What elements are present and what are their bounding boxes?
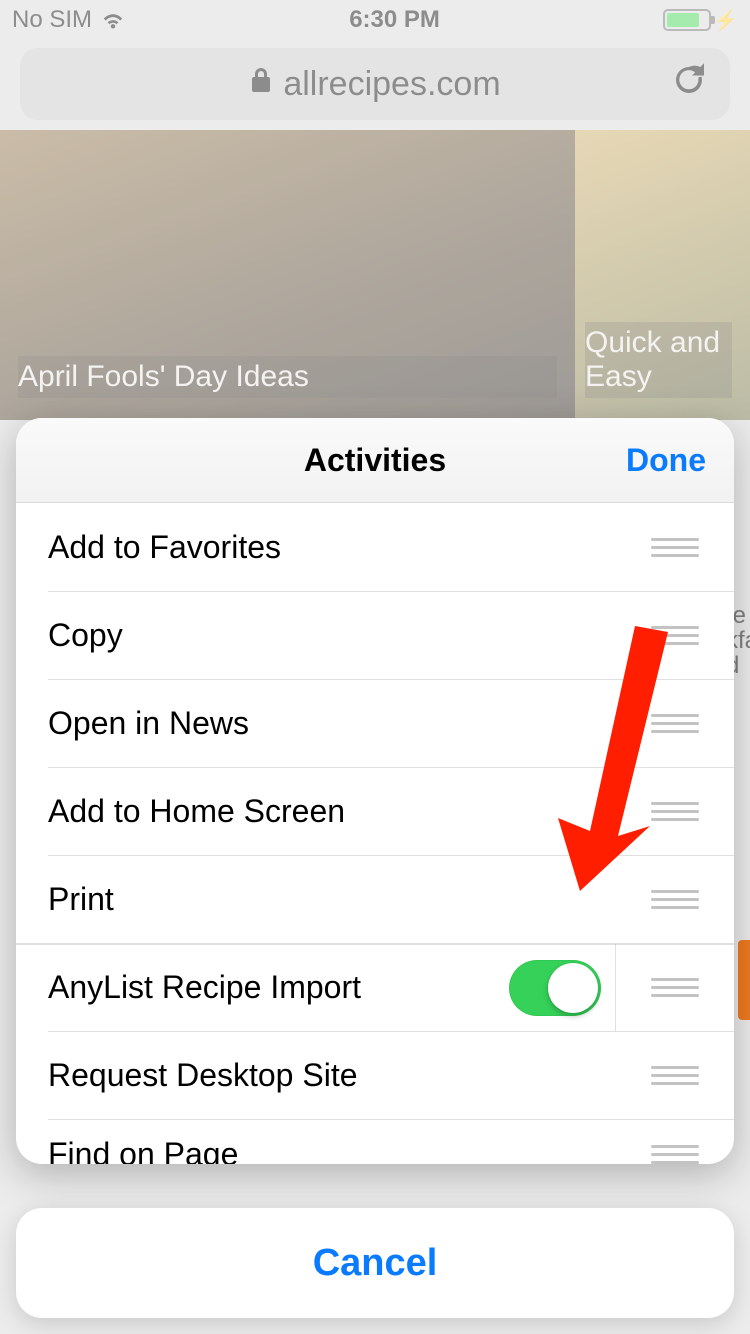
done-button[interactable]: Done: [626, 442, 706, 479]
activity-row-anylist[interactable]: AnyList Recipe Import: [16, 943, 734, 1031]
activity-row-copy[interactable]: Copy: [16, 591, 734, 679]
activities-sheet: Activities Done Add to Favorites Copy Op…: [16, 418, 734, 1164]
activity-row-desktop[interactable]: Request Desktop Site: [16, 1031, 734, 1119]
row-label: Print: [48, 881, 616, 918]
content-peek: [738, 940, 750, 1020]
drag-handle-icon[interactable]: [651, 714, 699, 733]
sheet-title: Activities: [304, 442, 446, 479]
drag-handle-icon[interactable]: [651, 1066, 699, 1085]
toggle-switch[interactable]: [509, 960, 601, 1016]
row-label: Add to Home Screen: [48, 793, 616, 830]
row-label: Copy: [48, 617, 616, 654]
activities-list[interactable]: Add to Favorites Copy Open in News Add t…: [16, 503, 734, 1164]
drag-handle-icon[interactable]: [651, 890, 699, 909]
row-label: AnyList Recipe Import: [48, 969, 494, 1006]
activity-row-print[interactable]: Print: [16, 855, 734, 943]
drag-handle-icon[interactable]: [651, 1145, 699, 1164]
drag-handle-icon[interactable]: [651, 626, 699, 645]
activity-row-homescreen[interactable]: Add to Home Screen: [16, 767, 734, 855]
cancel-button[interactable]: Cancel: [16, 1208, 734, 1318]
row-label: Add to Favorites: [48, 529, 616, 566]
activity-row-findonpage[interactable]: Find on Page: [16, 1119, 734, 1164]
activity-row-favorites[interactable]: Add to Favorites: [16, 503, 734, 591]
sheet-header: Activities Done: [16, 418, 734, 503]
drag-handle-icon[interactable]: [651, 978, 699, 997]
drag-handle-icon[interactable]: [651, 802, 699, 821]
row-label: Request Desktop Site: [48, 1057, 616, 1094]
row-label: Open in News: [48, 705, 616, 742]
row-label: Find on Page: [48, 1136, 616, 1165]
drag-handle-icon[interactable]: [651, 538, 699, 557]
activity-row-news[interactable]: Open in News: [16, 679, 734, 767]
